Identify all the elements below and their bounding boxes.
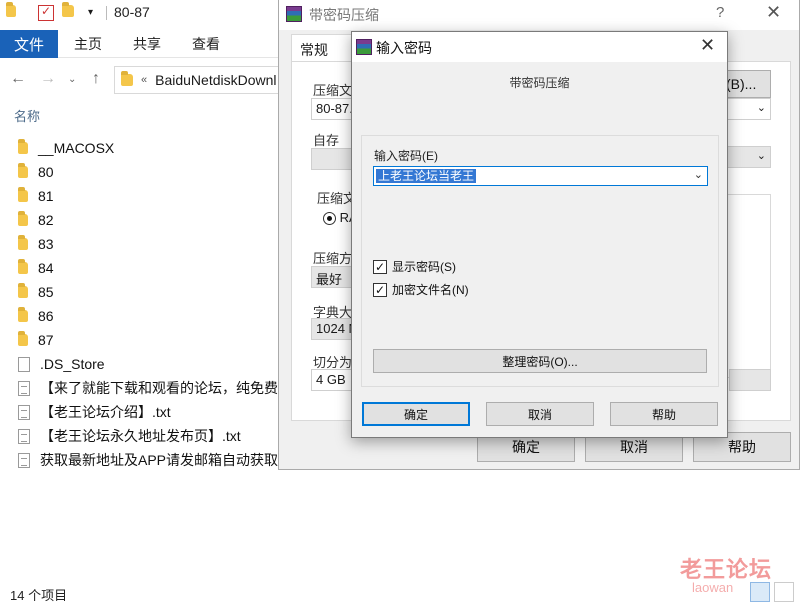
large-icons-view-icon[interactable] [774, 582, 794, 602]
file-list: __MACOSX 80 81 82 83 84 85 86 87 .DS_Sto… [0, 136, 300, 472]
checkmark-icon: ✓ [373, 259, 387, 274]
ok-button[interactable]: 确定 [362, 402, 470, 426]
parameters-field[interactable] [729, 369, 771, 391]
split-field[interactable]: 4 GB [311, 369, 355, 391]
up-arrow-icon[interactable]: ↑ [92, 70, 100, 88]
list-item[interactable]: __MACOSX [0, 136, 300, 160]
tab-share[interactable]: 共享 [133, 34, 161, 54]
list-item[interactable]: 81 [0, 184, 300, 208]
explorer-window-title: 80-87 [114, 4, 150, 20]
new-folder-icon[interactable] [62, 2, 78, 21]
list-item[interactable]: 【老王论坛介绍】.txt [0, 400, 300, 424]
help-button[interactable]: 帮助 [610, 402, 718, 426]
cancel-button[interactable]: 取消 [486, 402, 594, 426]
forward-arrow-icon[interactable]: → [40, 70, 56, 88]
archive-titlebar: 带密码压缩 ? ✕ [279, 0, 799, 30]
list-item[interactable]: 80 [0, 160, 300, 184]
list-item[interactable]: 【来了就能下载和观看的论坛，纯免费！ [0, 376, 300, 400]
folder-icon [18, 307, 28, 322]
organize-passwords-button[interactable]: 整理密码(O)... [373, 349, 707, 373]
recent-locations-icon[interactable]: ⌄ [68, 74, 76, 85]
tab-view[interactable]: 查看 [192, 34, 220, 54]
list-item[interactable]: 85 [0, 280, 300, 304]
method-field[interactable]: 最好 [311, 266, 355, 288]
tab-file[interactable]: 文件 [0, 30, 58, 58]
folder-icon [18, 235, 28, 250]
column-header-name[interactable]: 名称 [14, 106, 40, 125]
list-item[interactable]: 87 [0, 328, 300, 352]
address-bar[interactable]: « BaiduNetdiskDownl [114, 66, 304, 94]
list-item[interactable]: 83 [0, 232, 300, 256]
list-item[interactable]: 82 [0, 208, 300, 232]
folder-icon [18, 331, 28, 346]
show-password-checkbox[interactable]: ✓ 显示密码(S) [373, 258, 456, 275]
properties-check-icon[interactable]: ✓ [38, 4, 54, 21]
password-dialog-title: 输入密码 [376, 40, 432, 56]
method-label: 压缩方 [313, 251, 353, 266]
help-icon[interactable]: ? [716, 4, 724, 21]
dictionary-field[interactable]: 1024 M [311, 318, 355, 340]
profile-label: 自存 [313, 133, 340, 148]
chevron-down-icon: ⌄ [756, 102, 766, 114]
text-file-icon [18, 452, 30, 468]
profile-field[interactable] [311, 148, 355, 170]
list-item[interactable]: 【老王论坛永久地址发布页】.txt [0, 424, 300, 448]
close-icon[interactable]: ✕ [766, 2, 781, 23]
title-separator [106, 6, 107, 20]
password-dialog: 输入密码 ✕ 带密码压缩 输入密码(E) 上老王论坛当老王 ⌄ ✓ 显示密码(S… [351, 31, 728, 438]
winrar-icon [356, 39, 372, 55]
checkmark-icon: ✓ [373, 282, 387, 297]
list-item[interactable]: 86 [0, 304, 300, 328]
folder-icon [18, 259, 28, 274]
radio-selected-icon [323, 212, 336, 226]
text-file-icon [18, 404, 30, 420]
breadcrumb[interactable]: BaiduNetdiskDownl [155, 72, 276, 88]
folder-icon [18, 283, 28, 298]
folder-icon [6, 2, 22, 21]
watermark-subtext: laowan [692, 580, 734, 595]
breadcrumb-overflow[interactable]: « [141, 74, 147, 86]
folder-icon [18, 187, 28, 202]
archive-dialog-title: 带密码压缩 [309, 7, 379, 23]
options-group [727, 194, 771, 378]
tab-home[interactable]: 主页 [74, 34, 102, 54]
archive-name-label: 压缩文 [313, 83, 353, 98]
status-bar-count: 14 个项目 [10, 588, 68, 603]
folder-icon [18, 163, 28, 178]
chevron-down-icon[interactable]: ⌄ [694, 168, 703, 181]
folder-icon [18, 139, 28, 154]
list-item[interactable]: 84 [0, 256, 300, 280]
text-file-icon [18, 428, 30, 444]
details-view-icon[interactable] [750, 582, 770, 602]
password-value: 上老王论坛当老王 [376, 169, 477, 183]
password-titlebar: 输入密码 ✕ [352, 32, 727, 62]
folder-icon [18, 211, 28, 226]
password-dialog-subtitle: 带密码压缩 [509, 76, 570, 90]
password-label: 输入密码(E) [374, 149, 438, 163]
list-item[interactable]: .DS_Store [0, 352, 300, 376]
list-item[interactable]: 获取最新地址及APP请发邮箱自动获取.tx [0, 448, 300, 472]
winrar-icon [286, 6, 302, 22]
chevron-down-icon: ⌄ [756, 150, 766, 162]
tab-general[interactable]: 常规 [291, 34, 353, 62]
customize-toolbar-icon[interactable]: ▾ [88, 7, 104, 23]
text-file-icon [18, 380, 30, 396]
close-icon[interactable]: ✕ [700, 35, 715, 56]
back-arrow-icon[interactable]: ← [10, 70, 26, 88]
archive-name-field[interactable]: 80-87.r [311, 98, 355, 120]
encrypt-filenames-checkbox[interactable]: ✓ 加密文件名(N) [373, 281, 469, 298]
folder-icon [121, 71, 133, 86]
file-icon [18, 356, 30, 372]
password-input[interactable]: 上老王论坛当老王 ⌄ [373, 166, 708, 186]
